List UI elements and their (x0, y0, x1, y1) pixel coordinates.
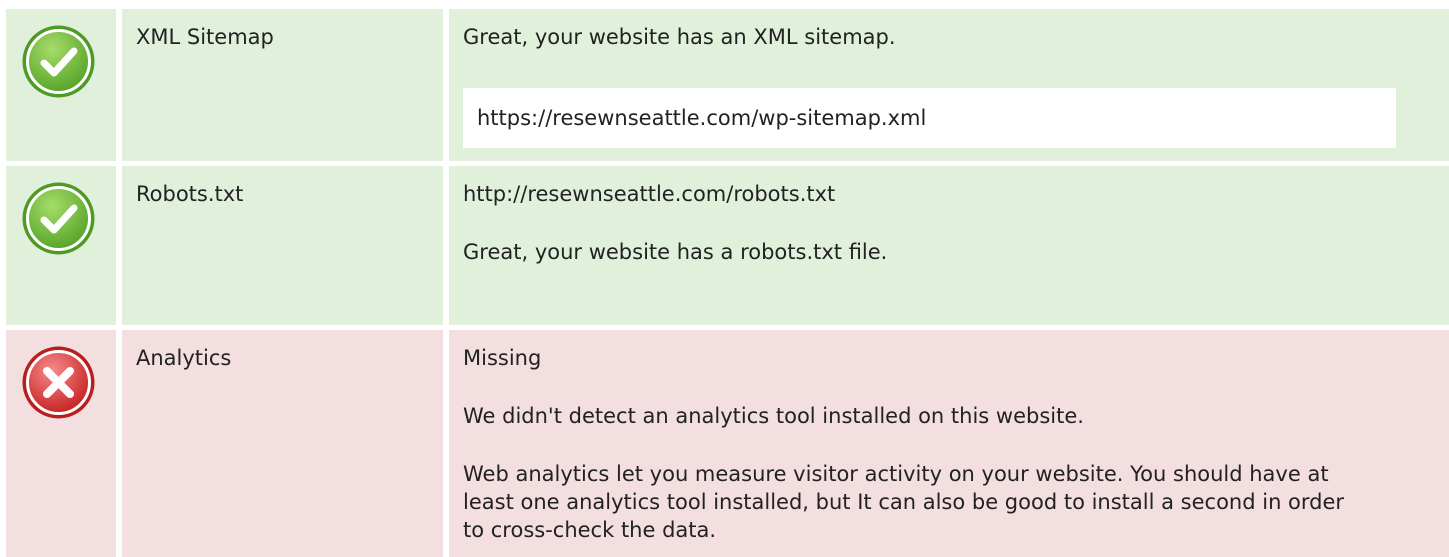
check-circle-icon (20, 23, 97, 100)
check-label: Analytics (122, 330, 443, 557)
status-cell (6, 330, 116, 557)
status-cell (6, 9, 116, 161)
check-message: We didn't detect an analytics tool insta… (463, 404, 1084, 428)
check-message: Great, your website has an XML sitemap. (463, 25, 896, 49)
check-description: Web analytics let you measure visitor ac… (463, 462, 1345, 542)
check-detail: Missing We didn't detect an analytics to… (449, 330, 1449, 557)
robots-url: http://resewnseattle.com/robots.txt (463, 182, 836, 206)
check-row-robots: Robots.txt http://resewnseattle.com/robo… (0, 166, 1449, 325)
check-circle-icon (20, 180, 97, 257)
status-cell (6, 166, 116, 325)
check-label: XML Sitemap (122, 9, 443, 161)
seo-checks-table: XML Sitemap Great, your website has an X… (0, 0, 1449, 557)
check-row-analytics: Analytics Missing We didn't detect an an… (0, 330, 1449, 557)
check-message: Great, your website has a robots.txt fil… (463, 240, 888, 264)
check-row-xml-sitemap: XML Sitemap Great, your website has an X… (0, 9, 1449, 161)
sitemap-url-box: https://resewnseattle.com/wp-sitemap.xml (463, 88, 1396, 148)
error-circle-icon (20, 344, 97, 421)
check-label: Robots.txt (122, 166, 443, 325)
check-detail: http://resewnseattle.com/robots.txt Grea… (449, 166, 1449, 325)
check-result: Missing (463, 346, 542, 370)
